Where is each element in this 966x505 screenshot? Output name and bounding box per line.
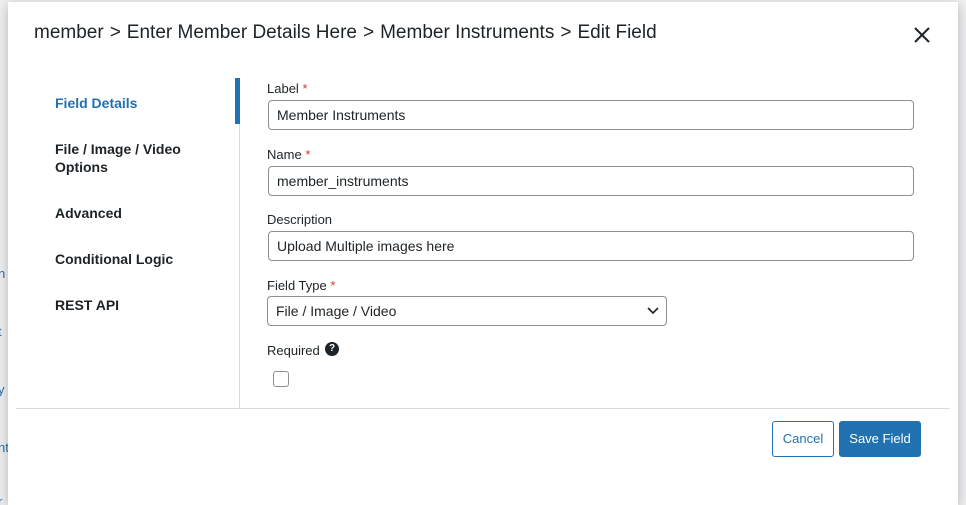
required-asterisk: * <box>302 81 308 96</box>
field-type-label-text: Field Type <box>267 278 327 293</box>
breadcrumb-separator: > <box>363 22 375 43</box>
background-text-fragment: n <box>0 266 6 281</box>
background-text-fragment: y <box>0 382 5 397</box>
breadcrumb-separator: > <box>560 22 572 43</box>
sidebar-item-rest-api[interactable]: REST API <box>55 296 215 314</box>
close-button[interactable] <box>908 21 936 49</box>
footer-divider <box>16 408 950 409</box>
breadcrumb-current: Edit Field <box>577 22 657 43</box>
label-field-label-text: Label <box>267 81 299 96</box>
description-input[interactable]: Upload Multiple images here <box>268 231 914 261</box>
sidebar-item-file-options[interactable]: File / Image / Video Options <box>55 140 215 176</box>
required-checkbox[interactable] <box>273 371 289 387</box>
name-field-label: Name * <box>267 147 310 162</box>
name-field-label-text: Name <box>267 147 302 162</box>
label-field-label: Label * <box>267 81 308 96</box>
chevron-down-icon <box>647 307 659 315</box>
background-text-fragment: r <box>0 494 3 505</box>
sidebar-item-advanced[interactable]: Advanced <box>55 204 215 222</box>
name-input[interactable]: member_instruments <box>268 166 914 196</box>
breadcrumb: member > Enter Member Details Here > Member … <box>34 22 657 44</box>
help-icon[interactable]: ? <box>325 342 339 356</box>
save-field-button[interactable]: Save Field <box>839 421 921 457</box>
modal-header: member > Enter Member Details Here > Member … <box>8 2 958 64</box>
edit-field-modal: member > Enter Member Details Here > Member … <box>8 2 958 505</box>
field-type-selected-value: File / Image / Video <box>276 303 397 319</box>
required-asterisk: * <box>305 147 311 162</box>
field-type-select[interactable]: File / Image / Video <box>267 296 667 326</box>
active-tab-indicator <box>235 78 240 124</box>
description-field-label: Description <box>267 212 333 227</box>
required-label: Required <box>267 343 320 358</box>
background-text-fragment: t <box>0 324 2 339</box>
close-icon <box>914 27 930 43</box>
sidebar-item-field-details[interactable]: Field Details <box>55 94 215 112</box>
breadcrumb-item: Member Instruments <box>380 22 555 43</box>
settings-sidebar: Field Details File / Image / Video Optio… <box>8 78 240 408</box>
breadcrumb-item: member <box>34 22 104 43</box>
cancel-button[interactable]: Cancel <box>772 421 834 457</box>
required-asterisk: * <box>330 278 336 293</box>
field-type-label: Field Type * <box>267 278 335 293</box>
sidebar-item-conditional-logic[interactable]: Conditional Logic <box>55 250 215 268</box>
breadcrumb-separator: > <box>109 22 121 43</box>
label-input[interactable]: Member Instruments <box>268 100 914 130</box>
breadcrumb-item: Enter Member Details Here <box>126 22 357 43</box>
